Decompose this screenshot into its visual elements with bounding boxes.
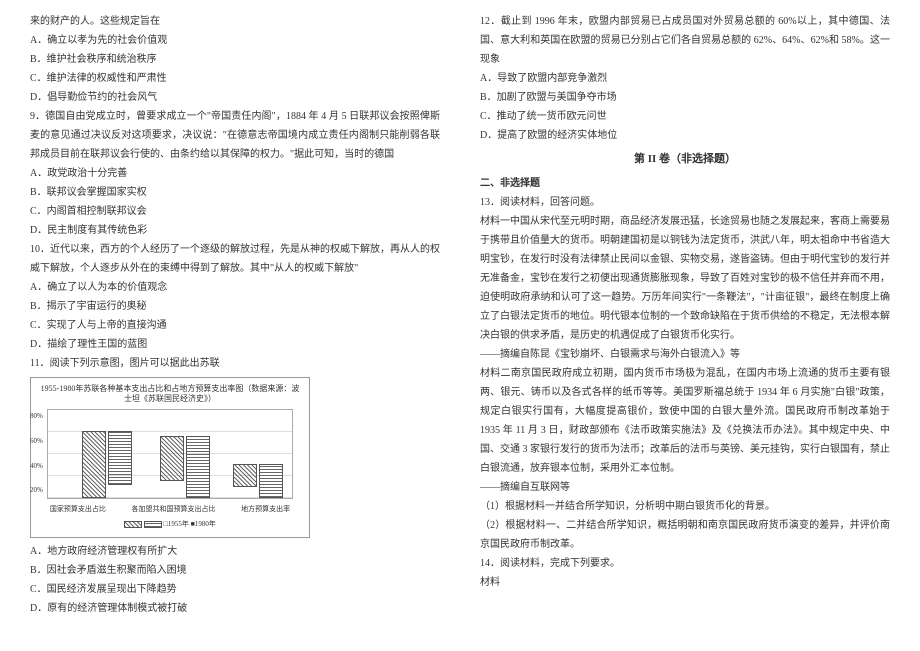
q11-b: B．因社会矛盾滋生积聚而陷入困境	[30, 561, 440, 580]
q-opt-c: C．维护法律的权威性和严肃性	[30, 69, 440, 88]
q10-b: B．揭示了宇宙运行的奥秘	[30, 297, 440, 316]
q12-b: B．加剧了欧盟与美国争夺市场	[480, 88, 890, 107]
q11-c: C．国民经济发展呈现出下降趋势	[30, 580, 440, 599]
chart-plot-area: 20% 40% 60% 80%	[47, 409, 293, 499]
q-opt-a: A．确立以孝为先的社会价值观	[30, 31, 440, 50]
chart-legend: □1955年 ■1980年	[37, 518, 303, 531]
bar-1955-1	[82, 431, 106, 498]
q10-a: A．确立了以人为本的价值观念	[30, 278, 440, 297]
q13-p1: （1）根据材料一并结合所学知识，分析明中期白银货币化的背景。	[480, 497, 890, 516]
q10-c: C．实现了人与上帝的直接沟通	[30, 316, 440, 335]
q-opt-b: B．维护社会秩序和统治秩序	[30, 50, 440, 69]
q9-b: B．联邦议会掌握国家实权	[30, 183, 440, 202]
section-2-title: 第 II 卷（非选择题）	[480, 149, 890, 170]
q13-m1a: 材料一中国从宋代至元明时期，商品经济发展迅猛，长途贸易也随之发展起来，客商上需要…	[480, 212, 890, 345]
chart-container: 1955-1980年苏联各种基本支出占比和占地方预算支出率图（数据来源：波士坦《…	[30, 377, 310, 538]
q11-stem: 11．阅读下列示意图，图片可以据此出苏联	[30, 354, 440, 373]
bar-1955-3	[233, 464, 257, 487]
q12-c: C．推动了统一货币欧元问世	[480, 107, 890, 126]
q13-p2: （2）根据材料一、二并结合所学知识，概括明朝和南京国民政府货币演变的差异，并评价…	[480, 516, 890, 554]
q9-d: D．民主制度有其传统色彩	[30, 221, 440, 240]
q13-m2b: ——摘编自互联网等	[480, 478, 890, 497]
chart-x-labels: 国家预算支出占比 各加盟共和国预算支出占比 地方预算支出率	[37, 503, 303, 516]
q14-mat: 材料	[480, 573, 890, 592]
q9-stem: 9．德国自由党成立时，曾要求成立一个"帝国责任内阁"，1884 年 4 月 5 …	[30, 107, 440, 164]
q10-d: D．描绘了理性王国的蓝图	[30, 335, 440, 354]
bar-1980-3	[259, 464, 283, 498]
q9-a: A．政党政治十分完善	[30, 164, 440, 183]
chart-y-ticks: 20% 40% 60% 80%	[30, 410, 43, 498]
bar-1955-2	[160, 436, 184, 481]
q11-a: A．地方政府经济管理权有所扩大	[30, 542, 440, 561]
chart-title: 1955-1980年苏联各种基本支出占比和占地方预算支出率图（数据来源：波士坦《…	[37, 384, 303, 405]
q10-stem: 10．近代以来，西方的个人经历了一个逐级的解放过程，先是从神的权威下解放，再从人…	[30, 240, 440, 278]
q12-d: D．提高了欧盟的经济实体地位	[480, 126, 890, 145]
q11-d: D．原有的经济管理体制模式被打破	[30, 599, 440, 618]
q9-c: C．内阁首相控制联邦议会	[30, 202, 440, 221]
part2-heading: 二、非选择题	[480, 174, 890, 193]
q12-a: A．导致了欧盟内部竞争激烈	[480, 69, 890, 88]
q12-stem: 12．截止到 1996 年末，欧盟内部贸易已占成员国对外贸易总额的 60%以上，…	[480, 12, 890, 69]
bar-1980-2	[186, 436, 210, 498]
q13-m2a: 材料二南京国民政府成立初期，国内货币市场极为混乱，在国内市场上流通的货币主要有银…	[480, 364, 890, 478]
q14-head: 14．阅读材料，完成下列要求。	[480, 554, 890, 573]
q-intro: 来的财产的人。这些规定旨在	[30, 12, 440, 31]
q13-head: 13．阅读材料，回答问题。	[480, 193, 890, 212]
bar-1980-1	[108, 431, 132, 485]
q-opt-d: D．倡导勤俭节约的社会风气	[30, 88, 440, 107]
q13-m1b: ——摘编自陈昆《宝钞崩坏、白银需求与海外白银流入》等	[480, 345, 890, 364]
